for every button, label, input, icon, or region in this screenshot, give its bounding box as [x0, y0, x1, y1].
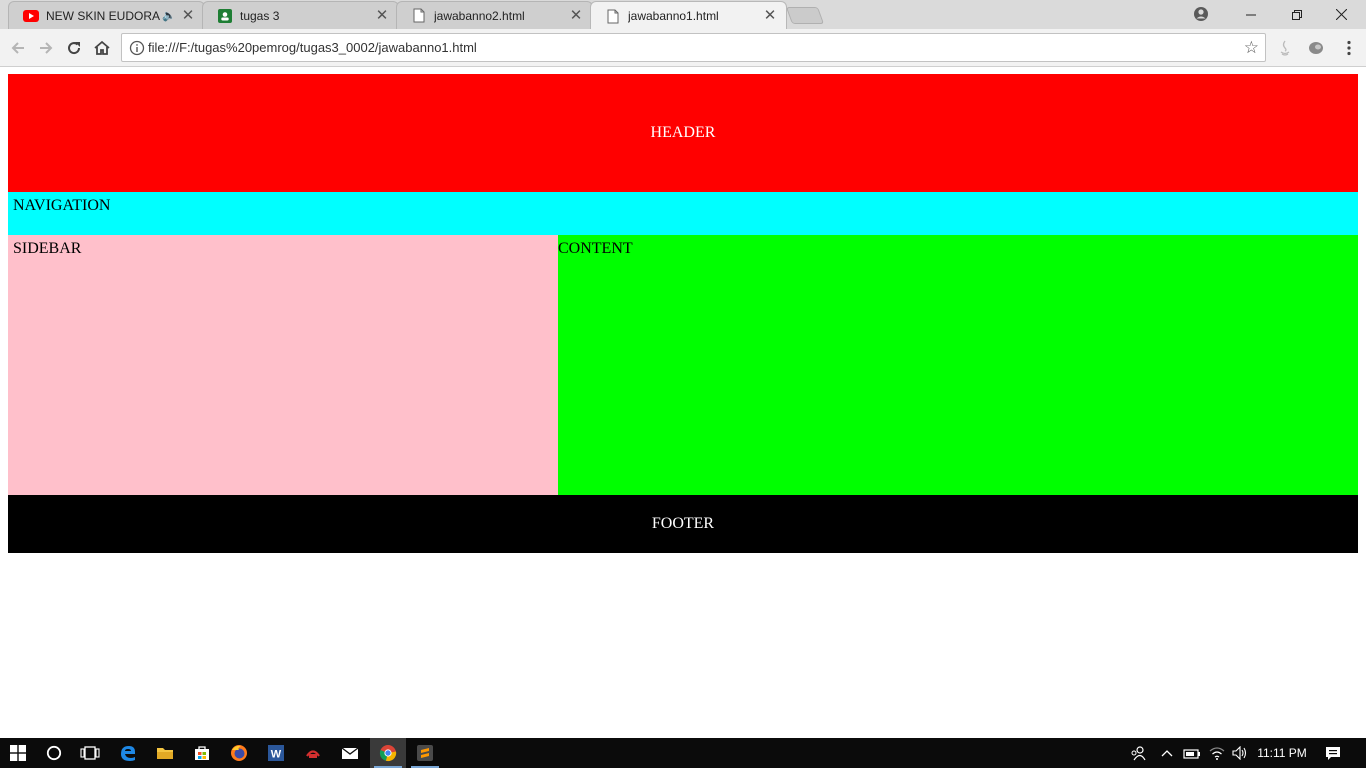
address-text: file:///F:/tugas%20pemrog/tugas3_0002/ja… — [148, 40, 477, 55]
firefox-icon[interactable] — [221, 738, 257, 768]
task-view-icon[interactable] — [72, 738, 108, 768]
action-center-icon[interactable] — [1320, 738, 1346, 768]
store-icon[interactable] — [184, 738, 220, 768]
sublime-icon[interactable] — [407, 738, 443, 768]
content-text: CONTENT — [558, 240, 633, 257]
taskbar: W 11:11 PM — [0, 738, 1366, 768]
document-icon — [411, 8, 427, 24]
mail-icon[interactable] — [332, 738, 368, 768]
profile-icon[interactable] — [1192, 5, 1210, 23]
app-icon[interactable] — [295, 738, 331, 768]
tab-strip: NEW SKIN EUDORA L 🔈 ✕ tugas 3 ✕ jawabann… — [0, 0, 1366, 30]
navigation-text: NAVIGATION — [13, 197, 111, 214]
menu-icon[interactable] — [1340, 39, 1358, 57]
reload-button[interactable] — [63, 37, 85, 59]
tab-title: NEW SKIN EUDORA L — [46, 8, 162, 23]
header-section: HEADER — [8, 74, 1358, 192]
java-extension-icon[interactable] — [1276, 39, 1294, 57]
edge-icon[interactable] — [110, 738, 146, 768]
close-window-button[interactable] — [1318, 0, 1364, 29]
back-arrow-icon — [11, 42, 24, 54]
people-icon[interactable] — [1126, 738, 1150, 768]
close-tab-icon[interactable]: ✕ — [762, 8, 778, 24]
content-section: CONTENT — [558, 235, 1358, 495]
sidebar-section: SIDEBAR — [8, 235, 558, 495]
close-icon — [1335, 9, 1347, 20]
tab-jawabanno2[interactable]: jawabanno2.html ✕ — [396, 1, 593, 29]
home-button[interactable] — [91, 37, 113, 59]
tab-youtube[interactable]: NEW SKIN EUDORA L 🔈 ✕ — [8, 1, 205, 29]
tab-title: tugas 3 — [240, 8, 280, 23]
battery-icon[interactable] — [1180, 738, 1204, 768]
chevron-up-icon[interactable] — [1156, 738, 1178, 768]
web-page: HEADER NAVIGATION SIDEBAR CONTENT FOOTER — [0, 68, 1366, 738]
browser-toolbar: file:///F:/tugas%20pemrog/tugas3_0002/ja… — [0, 29, 1366, 67]
close-tab-icon[interactable]: ✕ — [568, 7, 584, 24]
back-button[interactable] — [7, 37, 29, 59]
forward-button[interactable] — [35, 37, 57, 59]
minimize-icon — [1246, 14, 1256, 15]
info-icon[interactable] — [129, 40, 145, 56]
restore-icon — [1292, 9, 1302, 20]
address-bar[interactable]: file:///F:/tugas%20pemrog/tugas3_0002/ja… — [121, 33, 1266, 62]
header-text: HEADER — [650, 124, 716, 141]
youtube-icon — [23, 8, 39, 24]
tab-title: jawabanno2.html — [434, 8, 525, 23]
cortana-icon[interactable] — [36, 738, 72, 768]
close-tab-icon[interactable]: ✕ — [374, 7, 390, 24]
new-tab-button[interactable] — [785, 7, 825, 24]
home-icon — [94, 40, 110, 55]
forward-arrow-icon — [40, 42, 53, 54]
restore-button[interactable] — [1274, 0, 1320, 29]
tab-tugas3[interactable]: tugas 3 ✕ — [202, 1, 399, 29]
close-tab-icon[interactable]: ✕ — [180, 7, 196, 24]
minimize-button[interactable] — [1228, 0, 1274, 29]
file-explorer-icon[interactable] — [147, 738, 183, 768]
tab-jawabanno1[interactable]: jawabanno1.html ✕ — [590, 1, 787, 30]
footer-text: FOOTER — [651, 515, 715, 532]
clock[interactable]: 11:11 PM — [1252, 738, 1312, 768]
sidebar-text: SIDEBAR — [13, 240, 82, 257]
word-icon[interactable]: W — [258, 738, 294, 768]
start-icon[interactable] — [0, 738, 36, 768]
bookmark-star-icon[interactable]: ☆ — [1244, 38, 1259, 58]
volume-icon[interactable] — [1229, 738, 1251, 768]
document-icon — [605, 8, 621, 24]
wifi-icon[interactable] — [1206, 738, 1228, 768]
footer-section: FOOTER — [8, 495, 1358, 553]
reload-icon — [68, 42, 81, 55]
extension-icon[interactable] — [1307, 39, 1325, 57]
speaker-icon[interactable]: 🔈 — [162, 9, 176, 22]
google-classroom-icon — [217, 8, 233, 24]
chrome-icon[interactable] — [370, 738, 406, 768]
tab-title: jawabanno1.html — [628, 9, 719, 23]
navigation-section: NAVIGATION — [8, 192, 1358, 235]
svg-text:W: W — [271, 749, 282, 761]
